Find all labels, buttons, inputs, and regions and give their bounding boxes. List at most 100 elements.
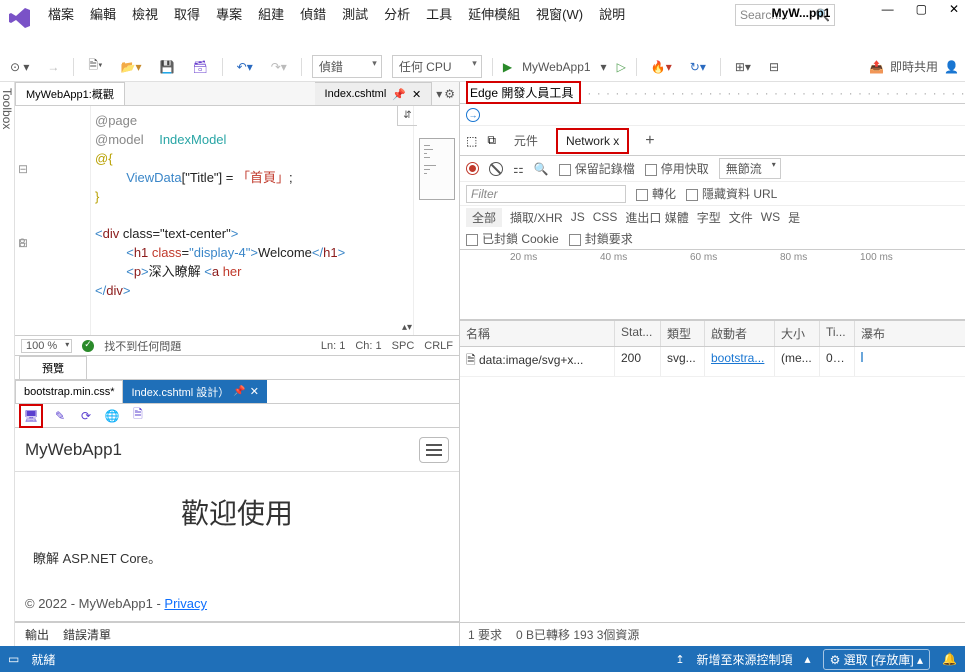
menu-get[interactable]: 取得: [174, 4, 200, 23]
save-all-icon[interactable]: 🗃: [188, 58, 211, 76]
disable-cache-checkbox[interactable]: 停用快取: [645, 160, 709, 177]
statusbar-icon[interactable]: ▭: [8, 652, 19, 666]
maximize-icon[interactable]: ▢: [916, 2, 927, 16]
output-tab[interactable]: 輸出: [25, 626, 49, 643]
filter-icon[interactable]: ⚏: [513, 162, 524, 176]
type-wasm[interactable]: 是: [788, 209, 800, 226]
tab-index-cshtml[interactable]: Index.cshtml 📌 ✕: [315, 82, 433, 105]
menu-analyze[interactable]: 分析: [384, 4, 410, 23]
extra-tb2-icon[interactable]: ⊟: [765, 58, 783, 76]
extra-tb-icon[interactable]: ⊞▾: [731, 58, 755, 76]
type-js[interactable]: JS: [571, 210, 585, 224]
live-share-label[interactable]: 即時共用: [890, 58, 938, 75]
design-close-icon[interactable]: ✕: [250, 385, 259, 398]
page-icon[interactable]: 🗎: [129, 407, 147, 425]
record-icon[interactable]: [466, 162, 479, 175]
expand-handle-icon[interactable]: ▴▾: [397, 319, 417, 335]
error-list-tab[interactable]: 錯誤清單: [63, 626, 111, 643]
hamburger-button[interactable]: [419, 437, 449, 463]
code-editor[interactable]: ⊟ 8 ⊟ @page @model IndexModel @{ ViewDat…: [15, 106, 459, 336]
hide-urls-checkbox[interactable]: 隱藏資料 URL: [686, 185, 777, 202]
undo-icon[interactable]: ↶▾: [233, 58, 257, 76]
share-icon[interactable]: 📤: [869, 60, 884, 74]
platform-dropdown[interactable]: 任何 CPU: [392, 55, 482, 78]
clear-icon[interactable]: [489, 162, 503, 176]
col-waterfall[interactable]: 瀑布▲: [855, 321, 965, 346]
preserve-log-checkbox[interactable]: 保留記錄檔: [559, 160, 635, 177]
tab-bootstrap-css[interactable]: bootstrap.min.css*: [15, 380, 123, 403]
device-toggle-icon[interactable]: ⧉: [487, 133, 496, 148]
scm-upload-icon[interactable]: ↥: [675, 653, 684, 666]
refresh-icon[interactable]: ⟳: [77, 407, 95, 425]
type-css[interactable]: CSS: [593, 210, 618, 224]
table-row[interactable]: 🗎 data:image/svg+x... 200 svg... bootstr…: [460, 347, 965, 377]
run-noDebug-icon[interactable]: ▷: [617, 60, 626, 74]
menu-debug[interactable]: 偵錯: [300, 4, 326, 23]
menu-extensions[interactable]: 延伸模組: [468, 4, 520, 23]
save-icon[interactable]: 💾: [155, 58, 178, 76]
edit-icon[interactable]: ✎: [51, 407, 69, 425]
tab-index-design[interactable]: Index.cshtml 設計） 📌 ✕: [123, 380, 266, 403]
open-icon[interactable]: 📂▾: [117, 58, 146, 76]
redo-icon[interactable]: ↷▾: [267, 58, 291, 76]
minimize-icon[interactable]: —: [882, 2, 894, 16]
menu-tools[interactable]: 工具: [426, 4, 452, 23]
refresh-circle-icon[interactable]: →: [466, 108, 480, 122]
col-name[interactable]: 名稱: [460, 321, 615, 346]
tab-gear-icon[interactable]: ⚙: [444, 87, 455, 101]
split-handle-icon[interactable]: ⇵: [397, 106, 417, 126]
menu-file[interactable]: 檔案: [48, 4, 74, 23]
menu-window[interactable]: 視窗(W): [536, 4, 583, 23]
menu-edit[interactable]: 編輯: [90, 4, 116, 23]
search-net-icon[interactable]: 🔍: [534, 162, 549, 176]
col-time[interactable]: Ti...: [820, 321, 855, 346]
preview-tab[interactable]: 預覽: [19, 356, 87, 379]
inspect-icon[interactable]: ⬚: [466, 134, 477, 148]
new-tab-icon[interactable]: +: [639, 132, 660, 150]
zoom-dropdown[interactable]: 100 %: [21, 339, 72, 353]
invert-checkbox[interactable]: 轉化: [636, 185, 676, 202]
type-fetch[interactable]: 擷取/XHR: [510, 209, 563, 226]
user-icon[interactable]: 👤: [944, 60, 959, 74]
run-target[interactable]: MyWebApp1: [522, 60, 590, 74]
minimap[interactable]: ⇵ ▬▬▬▬▬▬▬▬▬▬▬▬▬▬▬ ▴▾: [413, 106, 459, 335]
menu-view[interactable]: 檢視: [132, 4, 158, 23]
device-preview-button[interactable]: 🖥: [19, 404, 43, 428]
type-doc[interactable]: 文件: [729, 209, 753, 226]
type-ws[interactable]: WS: [761, 210, 780, 224]
blocked-cookies-checkbox[interactable]: 已封鎖 Cookie: [466, 230, 559, 247]
config-dropdown[interactable]: 偵錯: [312, 55, 382, 78]
run-icon[interactable]: ▶: [503, 60, 512, 74]
network-timeline[interactable]: 20 ms 40 ms 60 ms 80 ms 100 ms: [460, 250, 965, 320]
hot-reload-icon[interactable]: 🔥▾: [647, 58, 676, 76]
tab-close-icon[interactable]: ✕: [412, 88, 421, 101]
blocked-req-checkbox[interactable]: 封鎖要求: [569, 230, 633, 247]
tab-overview[interactable]: MyWebApp1:概觀: [15, 82, 125, 105]
menu-project[interactable]: 專案: [216, 4, 242, 23]
globe-icon[interactable]: 🌐: [103, 407, 121, 425]
menu-test[interactable]: 測試: [342, 4, 368, 23]
scm-text[interactable]: 新增至來源控制項: [697, 651, 793, 668]
new-project-icon[interactable]: 🗎▾: [84, 54, 106, 79]
browser-link-icon[interactable]: ↻▾: [686, 58, 710, 76]
filter-input[interactable]: Filter: [466, 185, 626, 203]
bell-icon[interactable]: 🔔: [942, 652, 957, 666]
toolbox-panel[interactable]: Toolbox: [0, 82, 15, 646]
close-icon[interactable]: ✕: [949, 2, 959, 16]
col-status[interactable]: Stat...: [615, 321, 661, 346]
throttle-dropdown[interactable]: 無節流: [719, 158, 781, 179]
initiator-link[interactable]: bootstra...: [711, 351, 764, 365]
nav-back-icon[interactable]: ⊙ ▾: [6, 58, 33, 76]
tab-pin-icon[interactable]: 📌: [392, 88, 406, 101]
col-initiator[interactable]: 啟動者: [705, 321, 775, 346]
type-all[interactable]: 全部: [466, 208, 502, 227]
type-img[interactable]: 進出口 媒體: [625, 209, 688, 226]
nav-fwd-icon[interactable]: →: [43, 58, 63, 76]
repo-select-button[interactable]: ⚙ 選取 [存放庫] ▴: [823, 649, 930, 670]
col-type[interactable]: 類型: [661, 321, 705, 346]
type-font[interactable]: 字型: [697, 209, 721, 226]
menu-build[interactable]: 組建: [258, 4, 284, 23]
tab-network[interactable]: Network x: [556, 128, 629, 154]
menu-help[interactable]: 說明: [599, 4, 625, 23]
col-size[interactable]: 大小: [775, 321, 820, 346]
